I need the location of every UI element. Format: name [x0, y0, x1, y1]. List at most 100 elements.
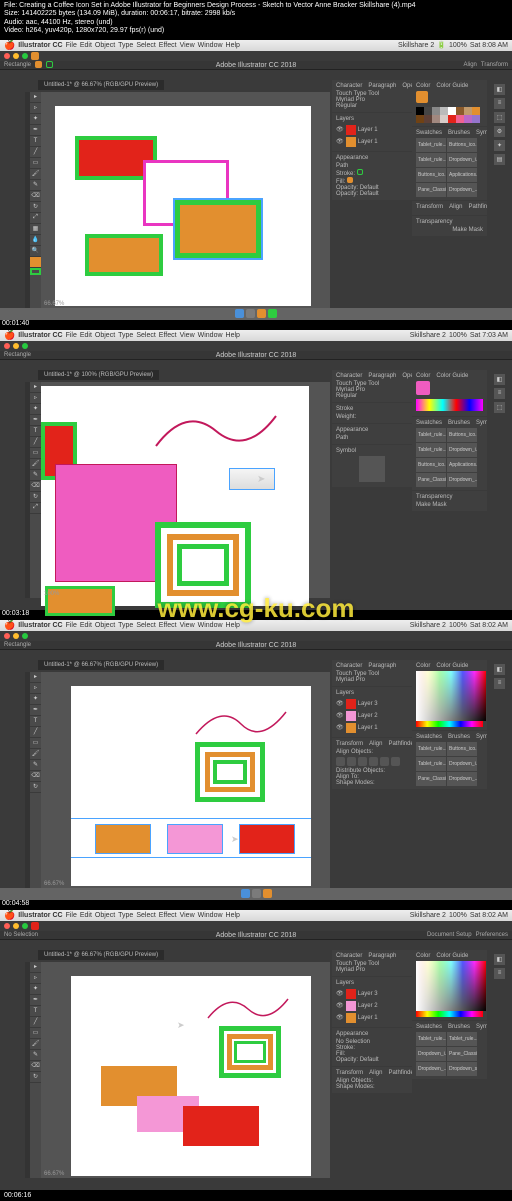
menu-type[interactable]: Type — [118, 332, 133, 339]
rectangle-tool[interactable]: ▭ — [30, 158, 41, 169]
topbar-skillshare[interactable]: Skillshare 2 — [410, 332, 446, 339]
menu-file[interactable]: File — [66, 42, 77, 49]
dock-app[interactable] — [268, 309, 277, 318]
symbol-item[interactable]: Buttons_ico... — [447, 138, 477, 152]
brush-tool[interactable]: 🖌 — [30, 169, 41, 180]
apple-menu-icon[interactable]: 🍎 — [4, 40, 15, 51]
stroke-panel[interactable]: Stroke Weight: — [332, 403, 412, 423]
dock-app[interactable] — [246, 309, 255, 318]
color-panel[interactable]: ColorColor Guide — [412, 660, 487, 730]
layers-panel[interactable]: Layers 👁Layer 3 👁Layer 2 👁Layer 1 — [332, 687, 412, 737]
minimize-icon[interactable] — [13, 53, 19, 59]
shape-red[interactable] — [183, 1106, 259, 1146]
direct-select-tool[interactable]: ▹ — [30, 103, 41, 114]
canvas[interactable]: ➤ 66.67% — [41, 962, 330, 1178]
panel-icon[interactable]: ◧ — [494, 84, 505, 95]
menu-window[interactable]: Window — [198, 332, 223, 339]
fill-color[interactable] — [30, 257, 41, 268]
appearance-panel[interactable]: Appearance Path — [332, 424, 412, 444]
close-icon[interactable] — [4, 53, 10, 59]
swatches-panel[interactable]: SwatchesBrushesSymbols Tablet_rule... Bu… — [412, 127, 487, 200]
layer-row[interactable]: 👁Layer 1 — [336, 124, 408, 136]
color-picker[interactable] — [416, 671, 486, 721]
color-panel[interactable]: ColorColor Guide — [412, 80, 487, 126]
swatches-panel[interactable]: SwatchesBrushesSymbols Tablet_rule...Tab… — [412, 1021, 487, 1079]
shape-curve[interactable] — [151, 406, 281, 456]
selection-tool[interactable]: ▸ — [30, 92, 41, 103]
shape-orange-rect-2[interactable] — [85, 234, 163, 276]
panel-icon[interactable]: ✦ — [494, 140, 505, 151]
layers-panel[interactable]: Layers 👁Layer 3 👁Layer 2 👁Layer 1 — [332, 977, 412, 1027]
button-selected[interactable] — [229, 468, 275, 490]
apple-menu-icon[interactable]: 🍎 — [4, 330, 15, 341]
panel-icon[interactable]: ⚙ — [494, 126, 505, 137]
home-icon[interactable] — [31, 52, 39, 60]
selection-tool[interactable]: ▸ — [30, 382, 41, 393]
character-panel[interactable]: CharacterParagraphOpenType Touch Type To… — [332, 80, 412, 112]
panel-icon[interactable]: ⬚ — [494, 112, 505, 123]
transparency-panel[interactable]: Transparency Make Mask — [412, 491, 487, 511]
align-left-icon[interactable] — [336, 757, 345, 766]
magic-wand-tool[interactable]: ✦ — [30, 114, 41, 125]
menu-help[interactable]: Help — [226, 42, 240, 49]
menu-edit[interactable]: Edit — [80, 42, 92, 49]
panel-icon[interactable]: ▤ — [494, 154, 505, 165]
zoom-tool[interactable]: 🔍 — [30, 246, 41, 257]
stroke-color[interactable] — [30, 268, 41, 275]
eraser-tool[interactable]: ⌫ — [30, 191, 41, 202]
shape-orange-aligned[interactable] — [95, 824, 151, 854]
shape-nest-3[interactable] — [177, 544, 229, 586]
document-tab[interactable]: Untitled-1* @ 66.67% (RGB/GPU Preview) — [38, 950, 164, 960]
document-tab[interactable]: Untitled-1* @ 66.67% (RGB/GPU Preview) — [38, 660, 164, 670]
zoom-status[interactable]: 100% — [41, 590, 62, 598]
canvas[interactable]: ➤ 100% — [41, 382, 330, 598]
align-panel[interactable]: TransformAlignPathfinder Align Objects: … — [332, 738, 412, 789]
color-panel[interactable]: ColorColor Guide — [412, 370, 487, 416]
dock-app[interactable] — [257, 309, 266, 318]
canvas[interactable]: ➤ 66.67% — [41, 672, 330, 888]
menu-edit[interactable]: Edit — [80, 332, 92, 339]
pencil-tool[interactable]: ✎ — [30, 180, 41, 191]
transparency-panel[interactable]: Transparency Make Mask — [412, 216, 487, 236]
scale-tool[interactable]: ⤢ — [30, 213, 41, 224]
swatches-panel[interactable]: SwatchesBrushesSymbols Tablet_rule...But… — [412, 417, 487, 490]
symbol-item[interactable]: Dropdown_... — [447, 183, 477, 197]
menu-object[interactable]: Object — [95, 42, 115, 49]
swatches-panel[interactable]: SwatchesBrushesSymbols Tablet_rule...But… — [412, 731, 487, 789]
rotate-tool[interactable]: ↻ — [30, 202, 41, 213]
shape-red-aligned[interactable] — [239, 824, 295, 854]
menu-view[interactable]: View — [180, 42, 195, 49]
menu-select[interactable]: Select — [136, 332, 155, 339]
symbol-item[interactable]: Tablet_rule... — [416, 153, 446, 167]
close-icon[interactable] — [4, 343, 10, 349]
appearance-panel[interactable]: Appearance No Selection Stroke: Fill: Op… — [332, 1028, 412, 1066]
character-panel[interactable]: CharacterParagraphTouch Type ToolMyriad … — [332, 660, 412, 686]
hue-slider[interactable] — [416, 721, 483, 727]
type-tool[interactable]: T — [30, 136, 41, 147]
symbol-panel[interactable]: Symbol — [332, 445, 412, 487]
menu-file[interactable]: File — [66, 332, 77, 339]
zoom-icon[interactable] — [22, 53, 28, 59]
layer-row[interactable]: 👁Layer 1 — [336, 136, 408, 148]
shape-nest-3[interactable] — [213, 760, 247, 784]
document-tab[interactable]: Untitled-1* @ 100% (RGB/GPU Preview) — [38, 370, 159, 380]
menu-window[interactable]: Window — [198, 42, 223, 49]
color-picker[interactable] — [416, 961, 486, 1011]
panel-icon[interactable]: ≡ — [494, 98, 505, 109]
menu-effect[interactable]: Effect — [159, 42, 177, 49]
dock-app[interactable] — [235, 309, 244, 318]
layers-panel[interactable]: Layers 👁Layer 1 👁Layer 1 — [332, 113, 412, 151]
character-panel[interactable]: CharacterParagraphOpenType Touch Type To… — [332, 370, 412, 402]
app-name[interactable]: Illustrator CC — [18, 42, 62, 49]
menu-select[interactable]: Select — [136, 42, 155, 49]
symbol-item[interactable]: Applications... — [447, 168, 477, 182]
document-tab[interactable]: Untitled-1* @ 66.67% (RGB/GPU Preview) — [38, 80, 164, 90]
shape-curve[interactable] — [203, 992, 293, 1026]
align-panel[interactable]: TransformAlignPathfinder Align Objects: … — [332, 1067, 412, 1093]
eyedropper-tool[interactable]: 💧 — [30, 235, 41, 246]
minimize-icon[interactable] — [13, 343, 19, 349]
symbol-item[interactable]: Tablet_rule... — [416, 138, 446, 152]
appearance-panel[interactable]: Appearance Path Stroke: Fill: Opacity: D… — [332, 152, 412, 200]
shape-pink-aligned[interactable] — [167, 824, 223, 854]
symbol-item[interactable]: Buttons_ico... — [416, 168, 446, 182]
